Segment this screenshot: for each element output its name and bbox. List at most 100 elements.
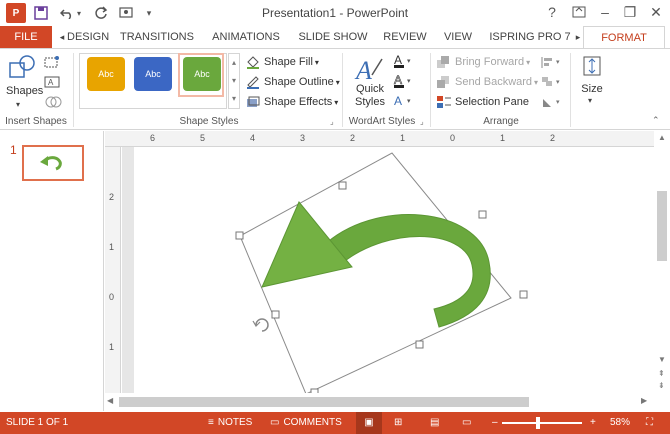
zoom-slider-thumb[interactable] bbox=[536, 417, 540, 429]
shape-effects-button[interactable]: Shape Effects ▾ bbox=[245, 95, 338, 109]
title-bar: P ▾ ▾ Presentation1 - PowerPoint ? – ❐ ✕ bbox=[0, 0, 670, 26]
scroll-up-icon[interactable]: ▲ bbox=[658, 133, 666, 142]
shape-outline-label: Shape Outline bbox=[264, 76, 334, 88]
tab-transitions[interactable]: TRANSITIONS bbox=[118, 26, 196, 48]
minimize-button[interactable]: – bbox=[594, 2, 616, 22]
edit-shape-icon[interactable] bbox=[44, 55, 66, 71]
ruler-tick-label: 5 bbox=[200, 133, 206, 143]
rotate-handle-icon[interactable] bbox=[252, 318, 269, 332]
svg-text:A: A bbox=[394, 94, 402, 108]
dialog-launcher-icon[interactable]: ⌟ bbox=[330, 117, 334, 126]
fit-slide-icon[interactable]: ⛶ bbox=[646, 412, 653, 434]
resize-handle[interactable] bbox=[271, 310, 280, 319]
send-backward-button[interactable]: Send Backward ▾ bbox=[436, 75, 538, 89]
ribbon: Shapes ▾ A Insert Shapes Abc Abc Abc ▴ ▾ ▾… bbox=[0, 48, 670, 130]
tab-view[interactable]: VIEW bbox=[440, 26, 476, 48]
shape-fill-button[interactable]: Shape Fill ▾ bbox=[245, 55, 319, 69]
zoom-slider[interactable] bbox=[502, 422, 582, 424]
resize-handle[interactable] bbox=[338, 181, 347, 190]
notes-label: NOTES bbox=[217, 417, 253, 428]
selection-pane-button[interactable]: Selection Pane bbox=[436, 95, 529, 109]
ruler-tick-label: 3 bbox=[300, 133, 306, 143]
shapes-label[interactable]: Shapes bbox=[6, 85, 43, 97]
previous-slide-icon[interactable]: ⇞ bbox=[658, 369, 665, 378]
slide[interactable] bbox=[134, 147, 654, 393]
collapse-ribbon-icon[interactable]: ⌃ bbox=[652, 115, 660, 126]
text-outline-icon[interactable]: A ▾ bbox=[392, 73, 414, 89]
svg-text:A: A bbox=[354, 56, 372, 83]
group-objects-icon[interactable]: ▾ bbox=[540, 75, 564, 91]
reading-view-icon[interactable]: ▤ bbox=[430, 412, 439, 434]
scrollbar-thumb[interactable] bbox=[657, 191, 667, 261]
tab-format[interactable]: FORMAT bbox=[583, 26, 665, 48]
quick-styles-label[interactable]: Quick Styles bbox=[348, 83, 392, 109]
resize-handle[interactable] bbox=[235, 231, 244, 240]
resize-handle[interactable] bbox=[415, 340, 424, 349]
shape-effects-label: Shape Effects bbox=[264, 96, 333, 108]
shape-outline-button[interactable]: Shape Outline ▾ bbox=[245, 75, 340, 89]
shapes-gallery-icon[interactable] bbox=[8, 55, 38, 83]
zoom-out-button[interactable]: – bbox=[492, 412, 498, 434]
scroll-left-icon[interactable]: ◀ bbox=[107, 396, 113, 405]
curved-arrow-body[interactable] bbox=[321, 214, 491, 328]
text-box-icon[interactable]: A bbox=[44, 75, 66, 91]
close-button[interactable]: ✕ bbox=[645, 2, 667, 22]
text-effects-icon[interactable]: A ▾ bbox=[392, 93, 414, 109]
shape-fill-label: Shape Fill bbox=[264, 56, 313, 68]
next-slide-icon[interactable]: ⇟ bbox=[658, 381, 665, 390]
chevron-down-icon: ▾ bbox=[314, 57, 319, 67]
zoom-in-button[interactable]: + bbox=[590, 412, 596, 434]
ribbon-display-options-icon[interactable] bbox=[568, 2, 590, 22]
align-icon[interactable]: ▾ bbox=[540, 55, 564, 71]
ruler-tick-label: 6 bbox=[150, 133, 156, 143]
gallery-scroll[interactable]: ▴ ▾ ▾ bbox=[228, 53, 240, 109]
size-icon[interactable] bbox=[580, 53, 604, 79]
svg-text:▾: ▾ bbox=[556, 79, 560, 86]
shape-style-preset-green[interactable]: Abc bbox=[183, 57, 221, 91]
slide-show-icon[interactable]: ▭ bbox=[462, 412, 471, 434]
shape-style-preset-blue[interactable]: Abc bbox=[134, 57, 172, 91]
scrollbar-thumb[interactable] bbox=[119, 397, 529, 407]
selection-pane-label: Selection Pane bbox=[455, 96, 529, 108]
normal-view-icon[interactable]: ▣ bbox=[356, 412, 382, 434]
size-label[interactable]: Size bbox=[576, 83, 608, 95]
resize-handle[interactable] bbox=[478, 210, 487, 219]
ruler-tick-label: 1 bbox=[109, 342, 115, 352]
slide-sorter-icon[interactable]: ⊞ bbox=[394, 412, 402, 434]
merge-shapes-icon[interactable] bbox=[44, 95, 66, 111]
wordart-a-icon[interactable]: A bbox=[352, 53, 386, 85]
comments-label: COMMENTS bbox=[283, 417, 342, 428]
size-dropdown-icon[interactable]: ▾ bbox=[588, 96, 592, 105]
chevron-down-icon: ▾ bbox=[335, 77, 340, 87]
svg-text:A: A bbox=[394, 73, 402, 87]
help-button[interactable]: ? bbox=[541, 2, 563, 22]
text-fill-icon[interactable]: A ▾ bbox=[392, 53, 414, 69]
scroll-right-icon[interactable]: ▶ bbox=[641, 396, 647, 405]
slide-thumbnail[interactable] bbox=[22, 145, 84, 181]
bring-forward-button[interactable]: Bring Forward ▾ bbox=[436, 55, 530, 69]
group-divider bbox=[342, 53, 343, 127]
vertical-scrollbar[interactable]: ▲ ▼ ⇞ ⇟ bbox=[654, 131, 670, 393]
pencil-icon bbox=[245, 75, 261, 89]
shapes-dropdown-icon[interactable]: ▾ bbox=[16, 100, 20, 109]
comments-button[interactable]: ▭ COMMENTS bbox=[270, 412, 342, 434]
tab-ispring-pro[interactable]: ISPRING PRO 7 bbox=[488, 26, 572, 48]
restore-button[interactable]: ❐ bbox=[619, 2, 641, 22]
tab-animations[interactable]: ANIMATIONS bbox=[207, 26, 285, 48]
notes-button[interactable]: ≡ NOTES bbox=[208, 412, 252, 434]
zoom-level[interactable]: 58% bbox=[610, 412, 630, 434]
tab-file[interactable]: FILE bbox=[0, 26, 52, 48]
horizontal-scrollbar[interactable]: ◀ ▶ bbox=[105, 393, 654, 411]
svg-text:▾: ▾ bbox=[407, 78, 411, 85]
dialog-launcher-icon[interactable]: ⌟ bbox=[420, 117, 424, 126]
scroll-down-icon[interactable]: ▼ bbox=[658, 355, 666, 364]
comment-icon: ▭ bbox=[270, 417, 280, 428]
tab-slide-show[interactable]: SLIDE SHOW bbox=[297, 26, 369, 48]
notes-icon: ≡ bbox=[208, 417, 214, 428]
shape-style-preset-orange[interactable]: Abc bbox=[87, 57, 125, 91]
slide-editor-canvas[interactable] bbox=[122, 147, 654, 393]
rotate-icon[interactable]: ▾ bbox=[540, 95, 564, 111]
tab-design[interactable]: DESIGN bbox=[67, 26, 109, 48]
tab-review[interactable]: REVIEW bbox=[380, 26, 430, 48]
resize-handle[interactable] bbox=[519, 290, 528, 299]
